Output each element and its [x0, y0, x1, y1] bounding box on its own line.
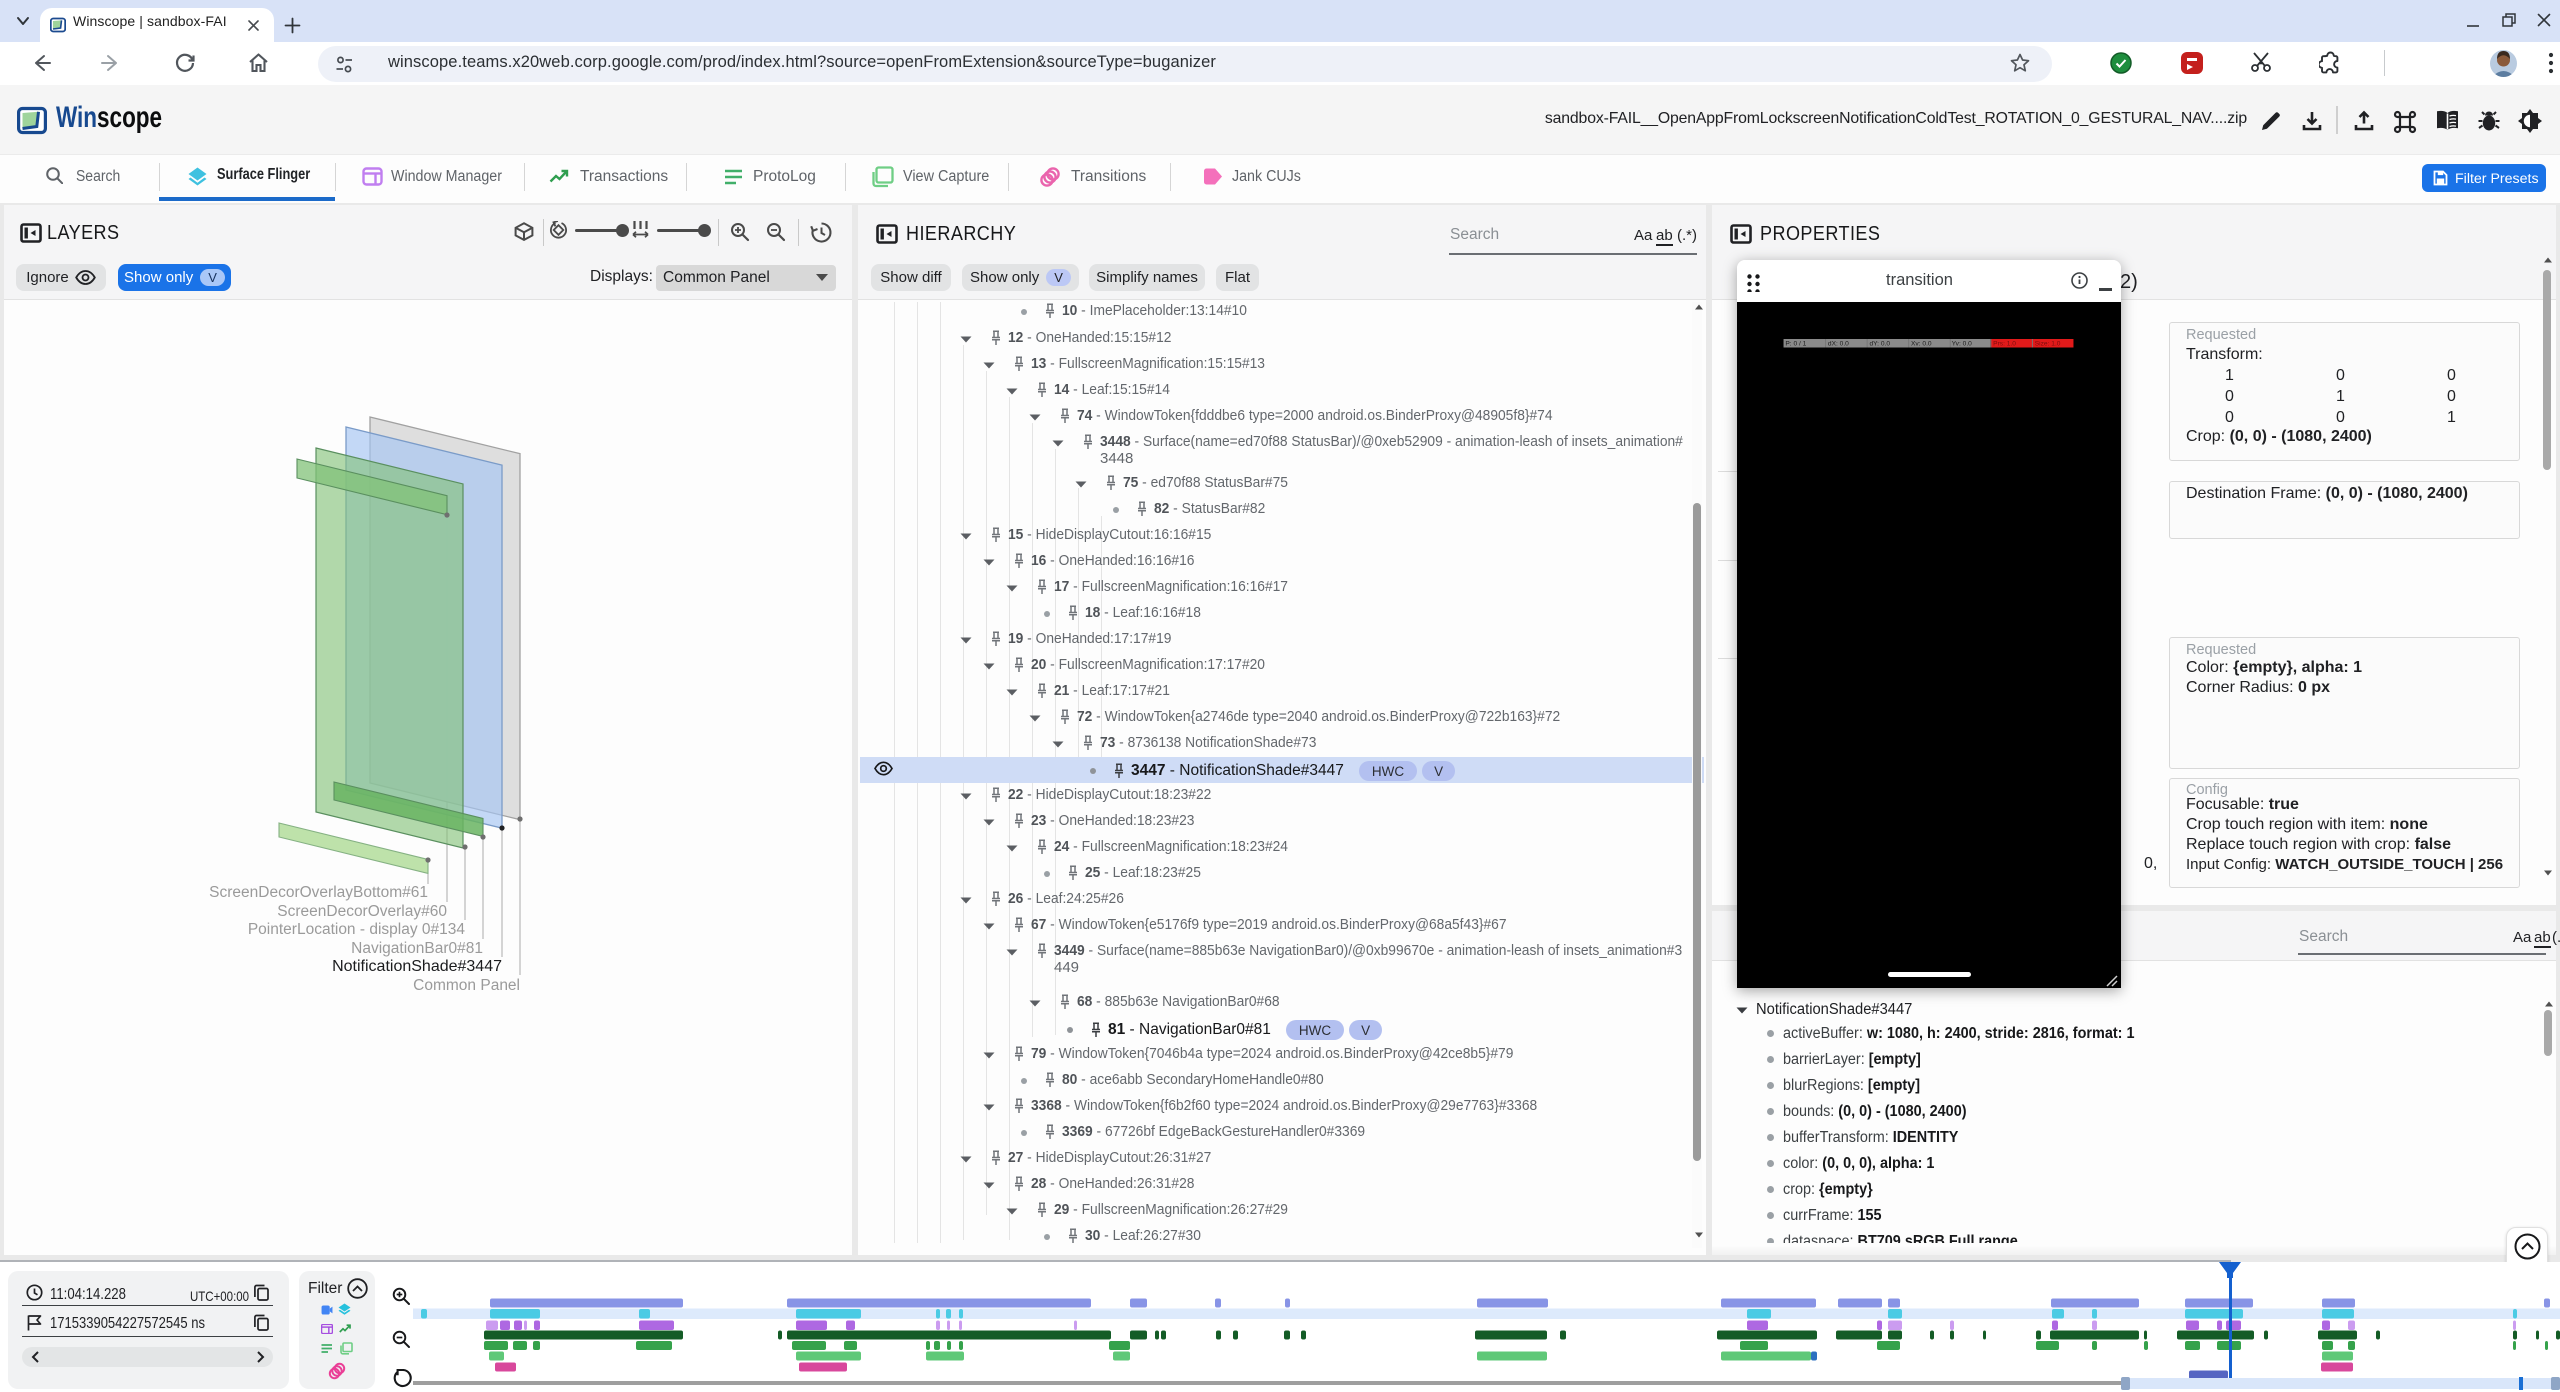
svg-text:Yv: 0.0: Yv: 0.0 [1952, 340, 1973, 347]
svg-text:Xv: 0.0: Xv: 0.0 [1911, 340, 1932, 347]
svg-text:Size: 1.0: Size: 1.0 [2035, 340, 2061, 347]
svg-text:Prs: 1.0: Prs: 1.0 [1993, 340, 2016, 347]
svg-text:dY: 0.0: dY: 0.0 [1869, 340, 1890, 347]
svg-text:dX: 0.0: dX: 0.0 [1828, 340, 1849, 347]
svg-text:P: 0 / 1: P: 0 / 1 [1785, 340, 1806, 347]
